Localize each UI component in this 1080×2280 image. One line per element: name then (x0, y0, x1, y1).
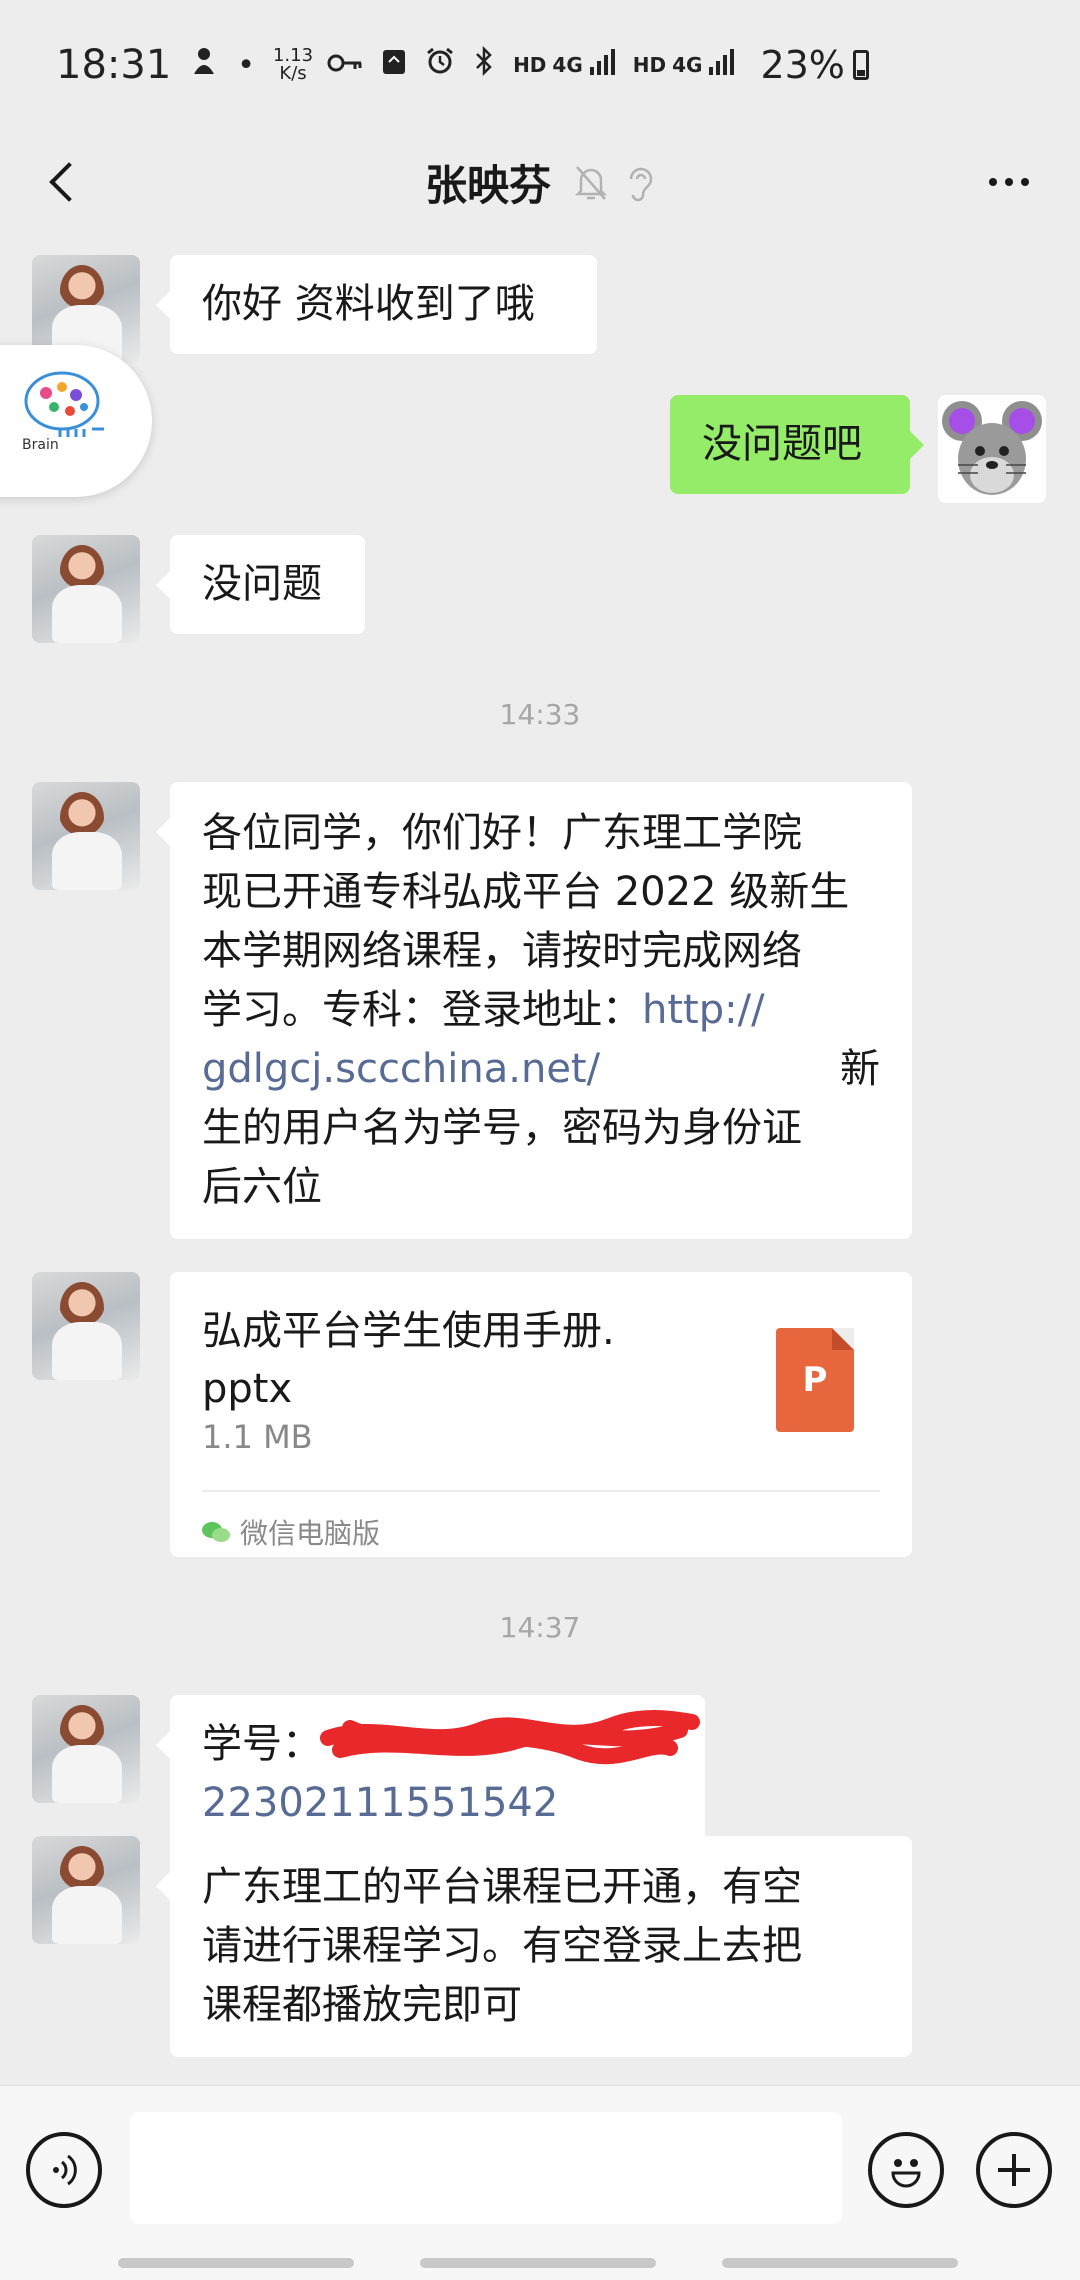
message-bubble[interactable]: 你好 资料收到了哦 (156, 255, 597, 354)
message-input-bar (0, 2085, 1080, 2280)
voice-icon (53, 2154, 77, 2186)
divider (202, 1490, 880, 1492)
red-scribble-redaction (320, 1710, 700, 1765)
file-name: 弘成平台学生使用手册. pptx (202, 1302, 672, 1418)
message-line: 各位同学，你们好！广东理工学院 (202, 810, 802, 856)
chat-header: 张映芬 (0, 130, 1080, 235)
ppt-file-icon: P (776, 1328, 854, 1432)
my-avatar[interactable] (938, 395, 1046, 503)
signal-icon (708, 47, 735, 83)
message-line: 后六位 (202, 1164, 322, 1210)
bluetooth-icon (473, 45, 495, 84)
recycle-icon (381, 46, 407, 84)
message-timestamp: 14:37 (499, 1611, 581, 1644)
status-time: 18:31 (56, 42, 172, 88)
message-bubble[interactable]: 各位同学，你们好！广东理工学院 现已开通专科弘成平台 2022 级新生 本学期网… (156, 782, 912, 1239)
brain-icon (24, 371, 104, 437)
message-bubble[interactable]: 广东理工的平台课程已开通，有空 请进行课程学习。有空登录上去把 课程都播放完即可 (156, 1836, 912, 2057)
brain-widget-label: Brain (22, 437, 59, 453)
file-name-line: 弘成平台学生使用手册. (202, 1308, 615, 1354)
file-source: 微信电脑版 (202, 1512, 380, 1552)
file-name-line: pptx (202, 1366, 293, 1412)
plus-button[interactable] (976, 2132, 1052, 2208)
ear-icon (623, 163, 655, 203)
battery-percent: 23% (760, 43, 845, 87)
dot-icon: • (237, 47, 255, 83)
student-id-link[interactable]: 22302111551542 (202, 1780, 558, 1826)
network-speed-unit: K/s (279, 63, 307, 84)
voice-button[interactable] (26, 2132, 102, 2208)
nav-gesture-bar (118, 2258, 354, 2268)
file-source-label: 微信电脑版 (240, 1517, 381, 1550)
key-icon (327, 48, 363, 83)
floating-brain-widget[interactable]: Brain (0, 345, 152, 497)
url-link[interactable]: gdlgcj.sccchina.net/ (202, 1040, 600, 1099)
message-line: 广东理工的平台课程已开通，有空 (202, 1864, 802, 1910)
contact-avatar[interactable] (32, 1836, 140, 1944)
alarm-icon (425, 46, 455, 84)
status-bar: 18:31 • 1.13 K/s HD 4G HD 4G 23% (0, 0, 1080, 130)
contact-avatar[interactable] (32, 1272, 140, 1380)
contact-avatar[interactable] (32, 535, 140, 643)
message-text: 你好 资料收到了哦 (202, 281, 535, 327)
ppt-file-icon-letter: P (802, 1360, 828, 1400)
message-line: 本学期网络课程，请按时完成网络 (202, 928, 802, 974)
bell-muted-icon (573, 163, 609, 203)
message-text: 学号： (202, 1721, 322, 1767)
message-line: 现已开通专科弘成平台 2022 级新生 (202, 869, 850, 915)
plus-icon (998, 2154, 1030, 2186)
emoji-icon (891, 2159, 921, 2188)
message-line: 请进行课程学习。有空登录上去把 (202, 1923, 802, 1969)
contact-avatar[interactable] (32, 1695, 140, 1803)
figure-icon (189, 46, 219, 84)
signal-icon (589, 47, 615, 83)
message-input[interactable] (130, 2112, 842, 2224)
emoji-button[interactable] (868, 2132, 944, 2208)
battery-icon (852, 50, 869, 80)
message-timestamp: 14:33 (499, 698, 581, 731)
message-line: 生的用户名为学号，密码为身份证 (202, 1105, 802, 1151)
chat-title: 张映芬 (424, 161, 551, 210)
message-bubble[interactable]: 没问题 (156, 535, 365, 634)
message-line-text: 学习。专科：登录地址： (202, 987, 642, 1033)
nav-gesture-bar (420, 2258, 656, 2268)
message-line-text: 新 (840, 1046, 880, 1092)
file-size: 1.1 MB (202, 1418, 313, 1456)
message-line: 学习。专科：登录地址：http:// (202, 981, 880, 1040)
back-button[interactable] (34, 152, 94, 212)
message-line: gdlgcj.sccchina.net/ 新 (202, 1040, 880, 1099)
more-options-button[interactable] (974, 156, 1044, 208)
url-link[interactable]: http:// (642, 987, 765, 1033)
file-message-card[interactable]: 弘成平台学生使用手册. pptx 1.1 MB P 微信电脑版 (170, 1272, 912, 1557)
message-line: 课程都播放完即可 (202, 1982, 522, 2028)
message-text: 没问题 (202, 561, 322, 607)
hd-label-1: HD (513, 53, 547, 77)
4g-label-1: 4G (552, 53, 583, 77)
network-speed: 1.13 K/s (273, 47, 313, 83)
wechat-icon (202, 1520, 232, 1544)
chevron-left-icon (49, 162, 89, 202)
message-bubble-sent[interactable]: 没问题吧 (670, 395, 924, 494)
nav-gesture-bar (722, 2258, 958, 2268)
contact-avatar[interactable] (32, 782, 140, 890)
mouse-avatar-icon (938, 395, 1046, 503)
4g-label-2: 4G (672, 53, 703, 77)
message-text: 没问题吧 (702, 421, 862, 467)
hd-label-2: HD (632, 53, 667, 77)
